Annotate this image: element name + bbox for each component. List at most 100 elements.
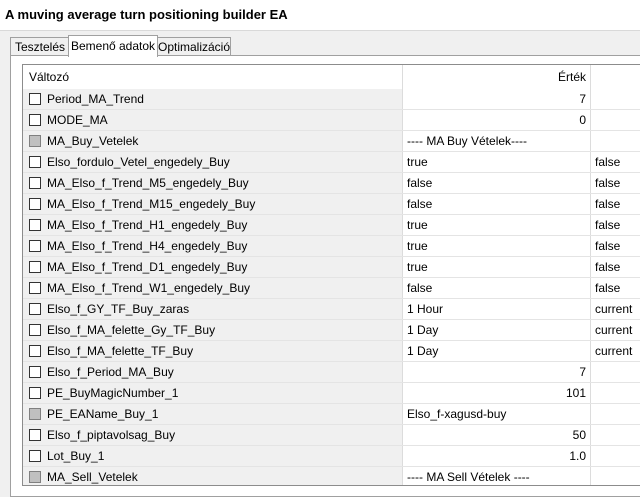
optimize-checkbox[interactable] <box>29 135 41 147</box>
start-value-cell[interactable]: false <box>591 215 640 235</box>
variable-name: MODE_MA <box>47 113 108 127</box>
variable-name: Elso_f_MA_felette_TF_Buy <box>47 344 194 358</box>
value-cell[interactable]: false <box>403 173 591 193</box>
table-row[interactable]: Elso_f_MA_felette_Gy_TF_Buy 1 Day current <box>23 320 640 341</box>
value-cell[interactable]: 7 <box>403 89 591 109</box>
table-row[interactable]: MA_Elso_f_Trend_H1_engedely_Buy true false <box>23 215 640 236</box>
variable-cell: PE_BuyMagicNumber_1 <box>23 383 403 403</box>
table-row[interactable]: MA_Elso_f_Trend_D1_engedely_Buy true false <box>23 257 640 278</box>
optimize-checkbox[interactable] <box>29 240 41 252</box>
start-value-cell[interactable]: false <box>591 194 640 214</box>
start-value-cell[interactable] <box>591 110 640 130</box>
tab-bemeno-adatok[interactable]: Bemenő adatok <box>68 35 158 57</box>
value-cell[interactable]: 7 <box>403 362 591 382</box>
optimize-checkbox[interactable] <box>29 93 41 105</box>
start-value-cell[interactable] <box>591 131 640 151</box>
value-cell[interactable]: 1 Day <box>403 341 591 361</box>
start-value-cell[interactable] <box>591 404 640 424</box>
variable-cell: Elso_f_MA_felette_Gy_TF_Buy <box>23 320 403 340</box>
column-header-variable[interactable]: Változó <box>23 65 403 89</box>
start-value-cell[interactable]: false <box>591 278 640 298</box>
variable-name: Elso_f_MA_felette_Gy_TF_Buy <box>47 323 216 337</box>
value-cell[interactable]: 101 <box>403 383 591 403</box>
window-title: A muving average turn positioning builde… <box>5 7 288 22</box>
optimize-checkbox[interactable] <box>29 324 41 336</box>
table-row[interactable]: MA_Elso_f_Trend_M15_engedely_Buy false fal… <box>23 194 640 215</box>
tab-optimalizacio[interactable]: Optimalizáció <box>157 37 231 56</box>
table-row[interactable]: MA_Elso_f_Trend_W1_engedely_Buy false fals… <box>23 278 640 299</box>
table-row[interactable]: Elso_f_MA_felette_TF_Buy 1 Day current <box>23 341 640 362</box>
optimize-checkbox[interactable] <box>29 408 41 420</box>
optimize-checkbox[interactable] <box>29 303 41 315</box>
variable-cell: Elso_f_Period_MA_Buy <box>23 362 403 382</box>
table-row[interactable]: Elso_fordulo_Vetel_engedely_Buy true false <box>23 152 640 173</box>
value-cell[interactable]: 50 <box>403 425 591 445</box>
value-cell[interactable]: false <box>403 278 591 298</box>
variable-cell: MA_Elso_f_Trend_W1_engedely_Buy <box>23 278 403 298</box>
table-row[interactable]: MA_Buy_Vetelek ---- MA Buy Vételek---- <box>23 131 640 152</box>
start-value-cell[interactable] <box>591 362 640 382</box>
variable-name: Lot_Buy_1 <box>47 449 105 463</box>
value-cell[interactable]: ---- MA Sell Vételek ---- <box>403 467 591 485</box>
start-value-cell[interactable]: current <box>591 320 640 340</box>
value-cell[interactable]: true <box>403 152 591 172</box>
variable-cell: MA_Elso_f_Trend_D1_engedely_Buy <box>23 257 403 277</box>
value-cell[interactable]: false <box>403 194 591 214</box>
start-value-cell[interactable] <box>591 446 640 466</box>
value-cell[interactable]: 1 Hour <box>403 299 591 319</box>
start-value-cell[interactable] <box>591 425 640 445</box>
optimize-checkbox[interactable] <box>29 114 41 126</box>
table-row[interactable]: MODE_MA 0 <box>23 110 640 131</box>
variable-cell: MA_Elso_f_Trend_M15_engedely_Buy <box>23 194 403 214</box>
optimize-checkbox[interactable] <box>29 261 41 273</box>
tab-teszteles[interactable]: Tesztelés <box>10 37 70 56</box>
optimize-checkbox[interactable] <box>29 219 41 231</box>
optimize-checkbox[interactable] <box>29 450 41 462</box>
variable-name: PE_BuyMagicNumber_1 <box>47 386 179 400</box>
optimize-checkbox[interactable] <box>29 177 41 189</box>
variable-name: MA_Elso_f_Trend_D1_engedely_Buy <box>47 260 248 274</box>
optimize-checkbox[interactable] <box>29 198 41 210</box>
table-row[interactable]: Lot_Buy_1 1.0 <box>23 446 640 467</box>
optimize-checkbox[interactable] <box>29 366 41 378</box>
table-row[interactable]: PE_EAName_Buy_1 Elso_f-xagusd-buy <box>23 404 640 425</box>
start-value-cell[interactable] <box>591 89 640 109</box>
table-row[interactable]: PE_BuyMagicNumber_1 101 <box>23 383 640 404</box>
optimize-checkbox[interactable] <box>29 282 41 294</box>
start-value-cell[interactable]: current <box>591 299 640 319</box>
table-row[interactable]: Elso_f_Period_MA_Buy 7 <box>23 362 640 383</box>
start-value-cell[interactable] <box>591 383 640 403</box>
value-cell[interactable]: 0 <box>403 110 591 130</box>
variable-name: MA_Elso_f_Trend_H1_engedely_Buy <box>47 218 248 232</box>
start-value-cell[interactable]: current <box>591 341 640 361</box>
start-value-cell[interactable]: false <box>591 152 640 172</box>
value-cell[interactable]: 1 Day <box>403 320 591 340</box>
optimize-checkbox[interactable] <box>29 156 41 168</box>
variable-name: Period_MA_Trend <box>47 92 144 106</box>
value-cell[interactable]: true <box>403 236 591 256</box>
table-row[interactable]: MA_Elso_f_Trend_M5_engedely_Buy false fals… <box>23 173 640 194</box>
value-cell[interactable]: true <box>403 215 591 235</box>
value-cell[interactable]: true <box>403 257 591 277</box>
start-value-cell[interactable] <box>591 467 640 485</box>
variable-name: MA_Buy_Vetelek <box>47 134 139 148</box>
table-row[interactable]: Period_MA_Trend 7 <box>23 89 640 110</box>
value-cell[interactable]: ---- MA Buy Vételek---- <box>403 131 591 151</box>
variable-name: MA_Elso_f_Trend_W1_engedely_Buy <box>47 281 251 295</box>
optimize-checkbox[interactable] <box>29 387 41 399</box>
optimize-checkbox[interactable] <box>29 345 41 357</box>
table-row[interactable]: MA_Sell_Vetelek ---- MA Sell Vételek ---- <box>23 467 640 485</box>
variable-cell: Elso_f_piptavolsag_Buy <box>23 425 403 445</box>
title-bar: A muving average turn positioning builde… <box>0 0 640 31</box>
start-value-cell[interactable]: false <box>591 173 640 193</box>
optimize-checkbox[interactable] <box>29 429 41 441</box>
start-value-cell[interactable]: false <box>591 236 640 256</box>
value-cell[interactable]: Elso_f-xagusd-buy <box>403 404 591 424</box>
table-row[interactable]: MA_Elso_f_Trend_H4_engedely_Buy true false <box>23 236 640 257</box>
start-value-cell[interactable]: false <box>591 257 640 277</box>
optimize-checkbox[interactable] <box>29 471 41 483</box>
column-header-value[interactable]: Érték <box>403 65 591 89</box>
table-row[interactable]: Elso_f_piptavolsag_Buy 50 <box>23 425 640 446</box>
table-row[interactable]: Elso_f_GY_TF_Buy_zaras 1 Hour current <box>23 299 640 320</box>
value-cell[interactable]: 1.0 <box>403 446 591 466</box>
